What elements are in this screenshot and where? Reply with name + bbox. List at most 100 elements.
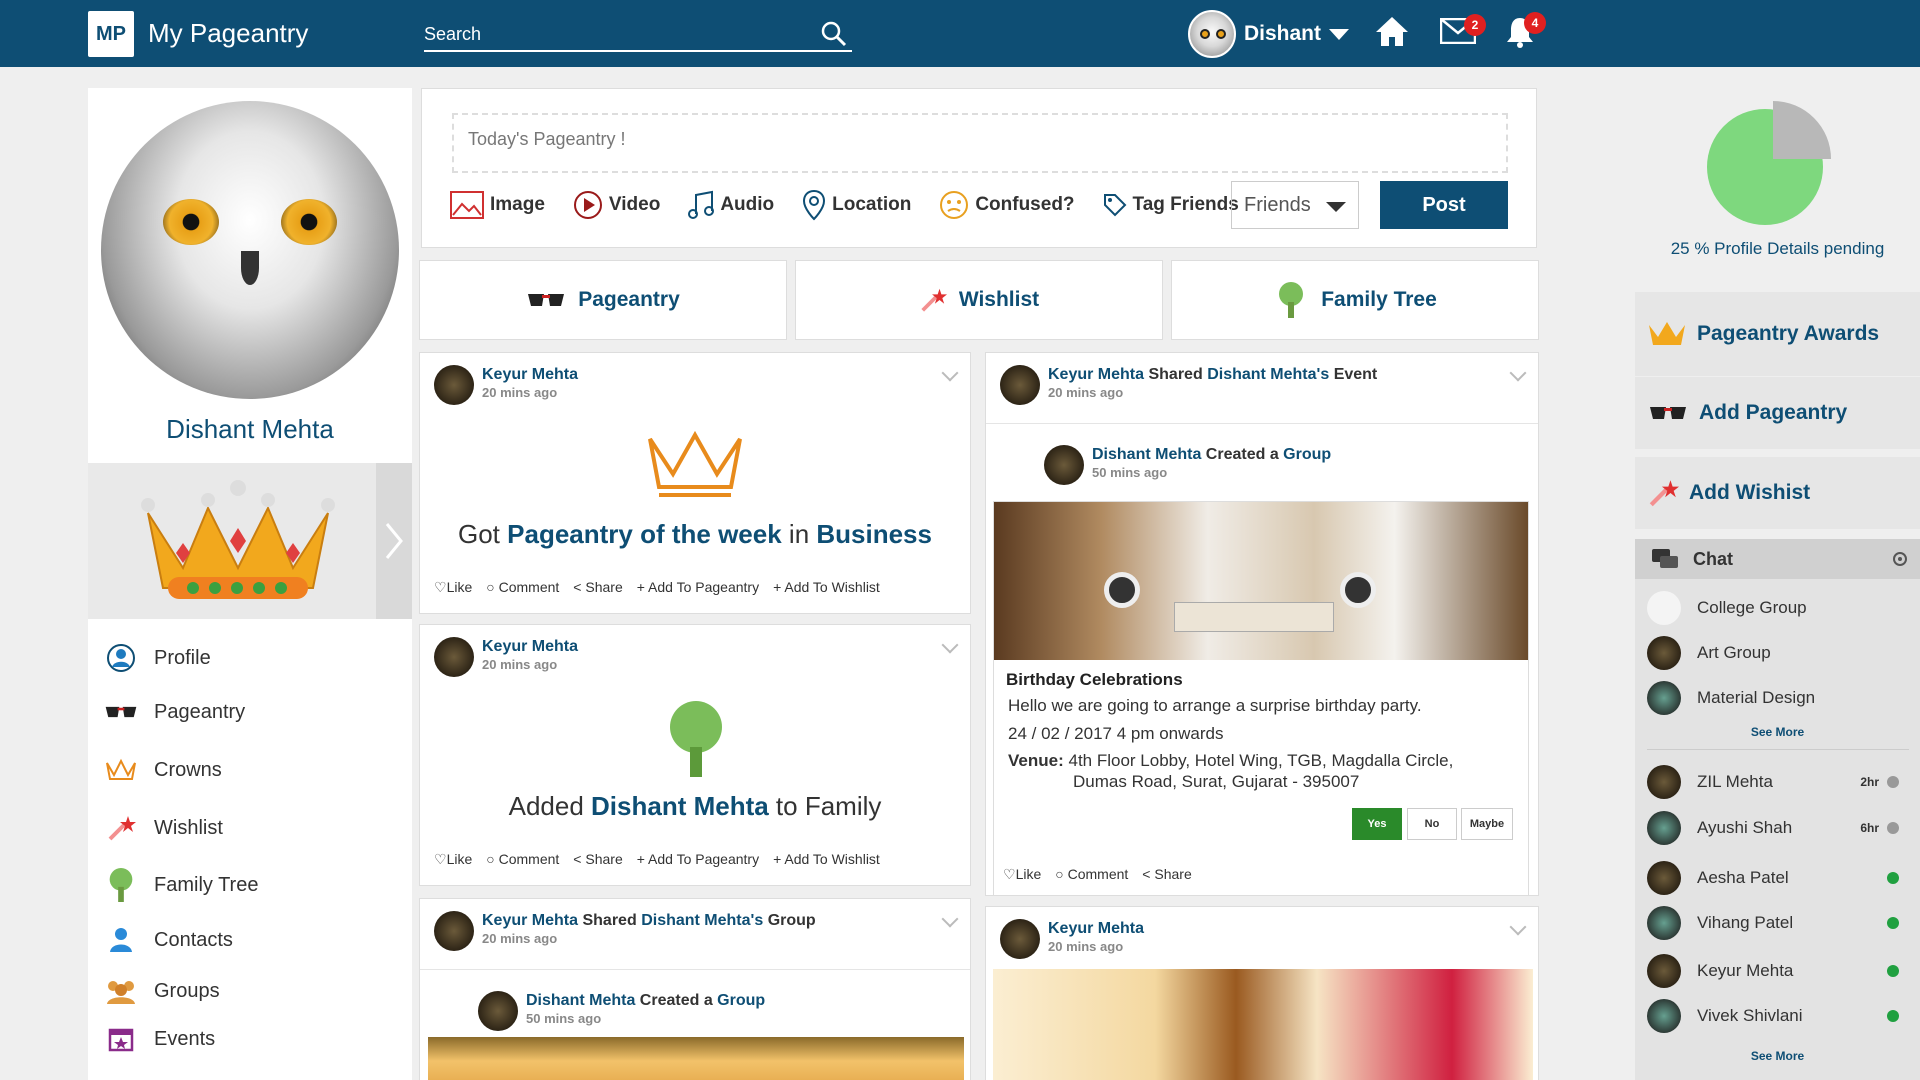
chat-contact-item[interactable]: Vivek Shivlani <box>1647 999 1909 1033</box>
gear-icon[interactable] <box>1890 549 1910 569</box>
chat-group-item[interactable]: Art Group <box>1647 636 1909 670</box>
author-name[interactable]: Dishant Mehta <box>1092 446 1201 463</box>
author-name[interactable]: Keyur Mehta <box>482 912 578 929</box>
post-textarea[interactable]: Today's Pageantry ! <box>452 113 1508 173</box>
like-button[interactable]: ♡Like <box>1003 866 1041 883</box>
profile-name[interactable]: Dishant Mehta <box>88 414 412 445</box>
contact-icon <box>110 928 132 952</box>
chat-contact-item[interactable]: ZIL Mehta 2hr <box>1647 765 1909 799</box>
comment-button[interactable]: ○ Comment <box>486 579 559 596</box>
tab-family-tree[interactable]: Family Tree <box>1171 260 1539 340</box>
menu-item-family-tree[interactable]: Family Tree <box>88 857 412 913</box>
search-icon[interactable] <box>820 20 848 48</box>
author-avatar[interactable] <box>478 991 518 1031</box>
add-location-button[interactable]: Location <box>802 189 911 221</box>
author-name[interactable]: Keyur Mehta <box>1048 919 1144 939</box>
tag-friends-button[interactable]: Tag Friends <box>1103 193 1239 217</box>
post-button[interactable]: Post <box>1380 181 1508 229</box>
group-link[interactable]: Group <box>717 992 765 1009</box>
author-avatar[interactable] <box>1000 919 1040 959</box>
highlight-text[interactable]: Business <box>816 519 932 549</box>
mail-button[interactable]: 2 <box>1439 14 1486 45</box>
post-options-icon[interactable] <box>1509 918 1527 936</box>
add-image-button[interactable]: Image <box>450 191 545 219</box>
chat-contact-item[interactable]: Aesha Patel <box>1647 861 1909 895</box>
author-name[interactable]: Keyur Mehta <box>482 637 578 657</box>
post-options-icon[interactable] <box>1509 364 1527 382</box>
chat-group-item[interactable]: College Group <box>1647 591 1909 625</box>
highlight-text[interactable]: Pageantry of the week <box>507 519 782 549</box>
add-pageantry-button[interactable]: Add Pageantry <box>1635 377 1920 449</box>
add-to-wishlist-button[interactable]: + Add To Wishlist <box>773 851 880 868</box>
rsvp-yes-button[interactable]: Yes <box>1352 808 1402 840</box>
author-name[interactable]: Keyur Mehta <box>1048 366 1144 383</box>
menu-item-profile[interactable]: Profile <box>88 633 412 683</box>
chevron-down-icon[interactable] <box>1329 27 1350 41</box>
event-image[interactable] <box>994 502 1528 660</box>
author-avatar[interactable] <box>1000 365 1040 405</box>
post-options-icon[interactable] <box>941 910 959 928</box>
rsvp-maybe-button[interactable]: Maybe <box>1461 808 1513 840</box>
user-menu[interactable]: Dishant <box>1188 10 1350 58</box>
comment-button[interactable]: ○ Comment <box>486 851 559 868</box>
post-header: Keyur Mehta 20 mins ago <box>434 637 578 677</box>
post-options-icon[interactable] <box>941 364 959 382</box>
menu-item-events[interactable]: Events <box>88 1015 412 1063</box>
see-more-groups-link[interactable]: See More <box>1635 725 1920 739</box>
profile-picture[interactable] <box>101 101 399 399</box>
tab-wishlist[interactable]: Wishlist <box>795 260 1163 340</box>
share-button[interactable]: < Share <box>1142 866 1191 883</box>
share-button[interactable]: < Share <box>573 579 622 596</box>
add-video-button[interactable]: Video <box>573 190 660 220</box>
author-avatar[interactable] <box>434 637 474 677</box>
search-input[interactable] <box>424 20 804 48</box>
add-wishlist-button[interactable]: Add Wishist <box>1635 457 1920 529</box>
tab-pageantry[interactable]: Pageantry <box>419 260 787 340</box>
add-to-pageantry-button[interactable]: + Add To Pageantry <box>637 579 759 596</box>
user-name[interactable]: Dishant <box>1244 22 1321 46</box>
privacy-select[interactable]: Friends <box>1231 181 1359 229</box>
add-to-pageantry-button[interactable]: + Add To Pageantry <box>637 851 759 868</box>
menu-item-pageantry[interactable]: Pageantry <box>88 683 412 741</box>
home-icon[interactable] <box>1374 14 1410 50</box>
group-cover-image[interactable] <box>428 1037 964 1080</box>
add-to-wishlist-button[interactable]: + Add To Wishlist <box>773 579 880 596</box>
chat-contact-item[interactable]: Vihang Patel <box>1647 906 1909 940</box>
author-name[interactable]: Keyur Mehta <box>482 365 578 385</box>
see-more-contacts-link[interactable]: See More <box>1635 1049 1920 1063</box>
rsvp-no-button[interactable]: No <box>1407 808 1457 840</box>
post-options-icon[interactable] <box>941 636 959 654</box>
pageantry-awards-button[interactable]: Pageantry Awards <box>1635 292 1920 376</box>
share-button[interactable]: < Share <box>573 851 622 868</box>
add-audio-button[interactable]: Audio <box>688 190 774 220</box>
notification-button[interactable]: 4 <box>1506 12 1546 48</box>
author-avatar[interactable] <box>434 365 474 405</box>
menu-item-crowns[interactable]: Crowns <box>88 741 412 799</box>
author-avatar[interactable] <box>1044 445 1084 485</box>
author-name[interactable]: Dishant Mehta <box>526 992 635 1009</box>
action-label: Share <box>1154 866 1192 882</box>
app-logo[interactable]: MP <box>88 11 134 57</box>
add-mood-button[interactable]: Confused? <box>939 190 1075 220</box>
chat-contact-item[interactable]: Ayushi Shah 6hr <box>1647 811 1909 845</box>
like-button[interactable]: ♡Like <box>434 579 472 596</box>
target-name[interactable]: Dishant Mehta's <box>641 912 763 929</box>
target-name[interactable]: Dishant Mehta's <box>1207 366 1329 383</box>
next-crown-button[interactable] <box>376 463 412 619</box>
chat-contact-item[interactable]: Keyur Mehta <box>1647 954 1909 988</box>
app-name[interactable]: My Pageantry <box>148 18 308 49</box>
highlight-text[interactable]: Dishant Mehta <box>591 791 769 821</box>
author-avatar[interactable] <box>434 911 474 951</box>
comment-button[interactable]: ○ Comment <box>1055 866 1128 883</box>
chat-group-item[interactable]: Material Design <box>1647 681 1909 715</box>
user-avatar[interactable] <box>1188 10 1236 58</box>
chat-header[interactable]: Chat <box>1635 539 1920 579</box>
menu-item-wishlist[interactable]: Wishlist <box>88 799 412 857</box>
like-button[interactable]: ♡Like <box>434 851 472 868</box>
confused-face-icon <box>940 191 969 219</box>
group-link[interactable]: Group <box>1283 446 1331 463</box>
menu-item-groups[interactable]: Groups <box>88 967 412 1015</box>
image-icon <box>450 191 484 219</box>
menu-item-contacts[interactable]: Contacts <box>88 913 412 967</box>
post-image[interactable] <box>993 969 1533 1080</box>
